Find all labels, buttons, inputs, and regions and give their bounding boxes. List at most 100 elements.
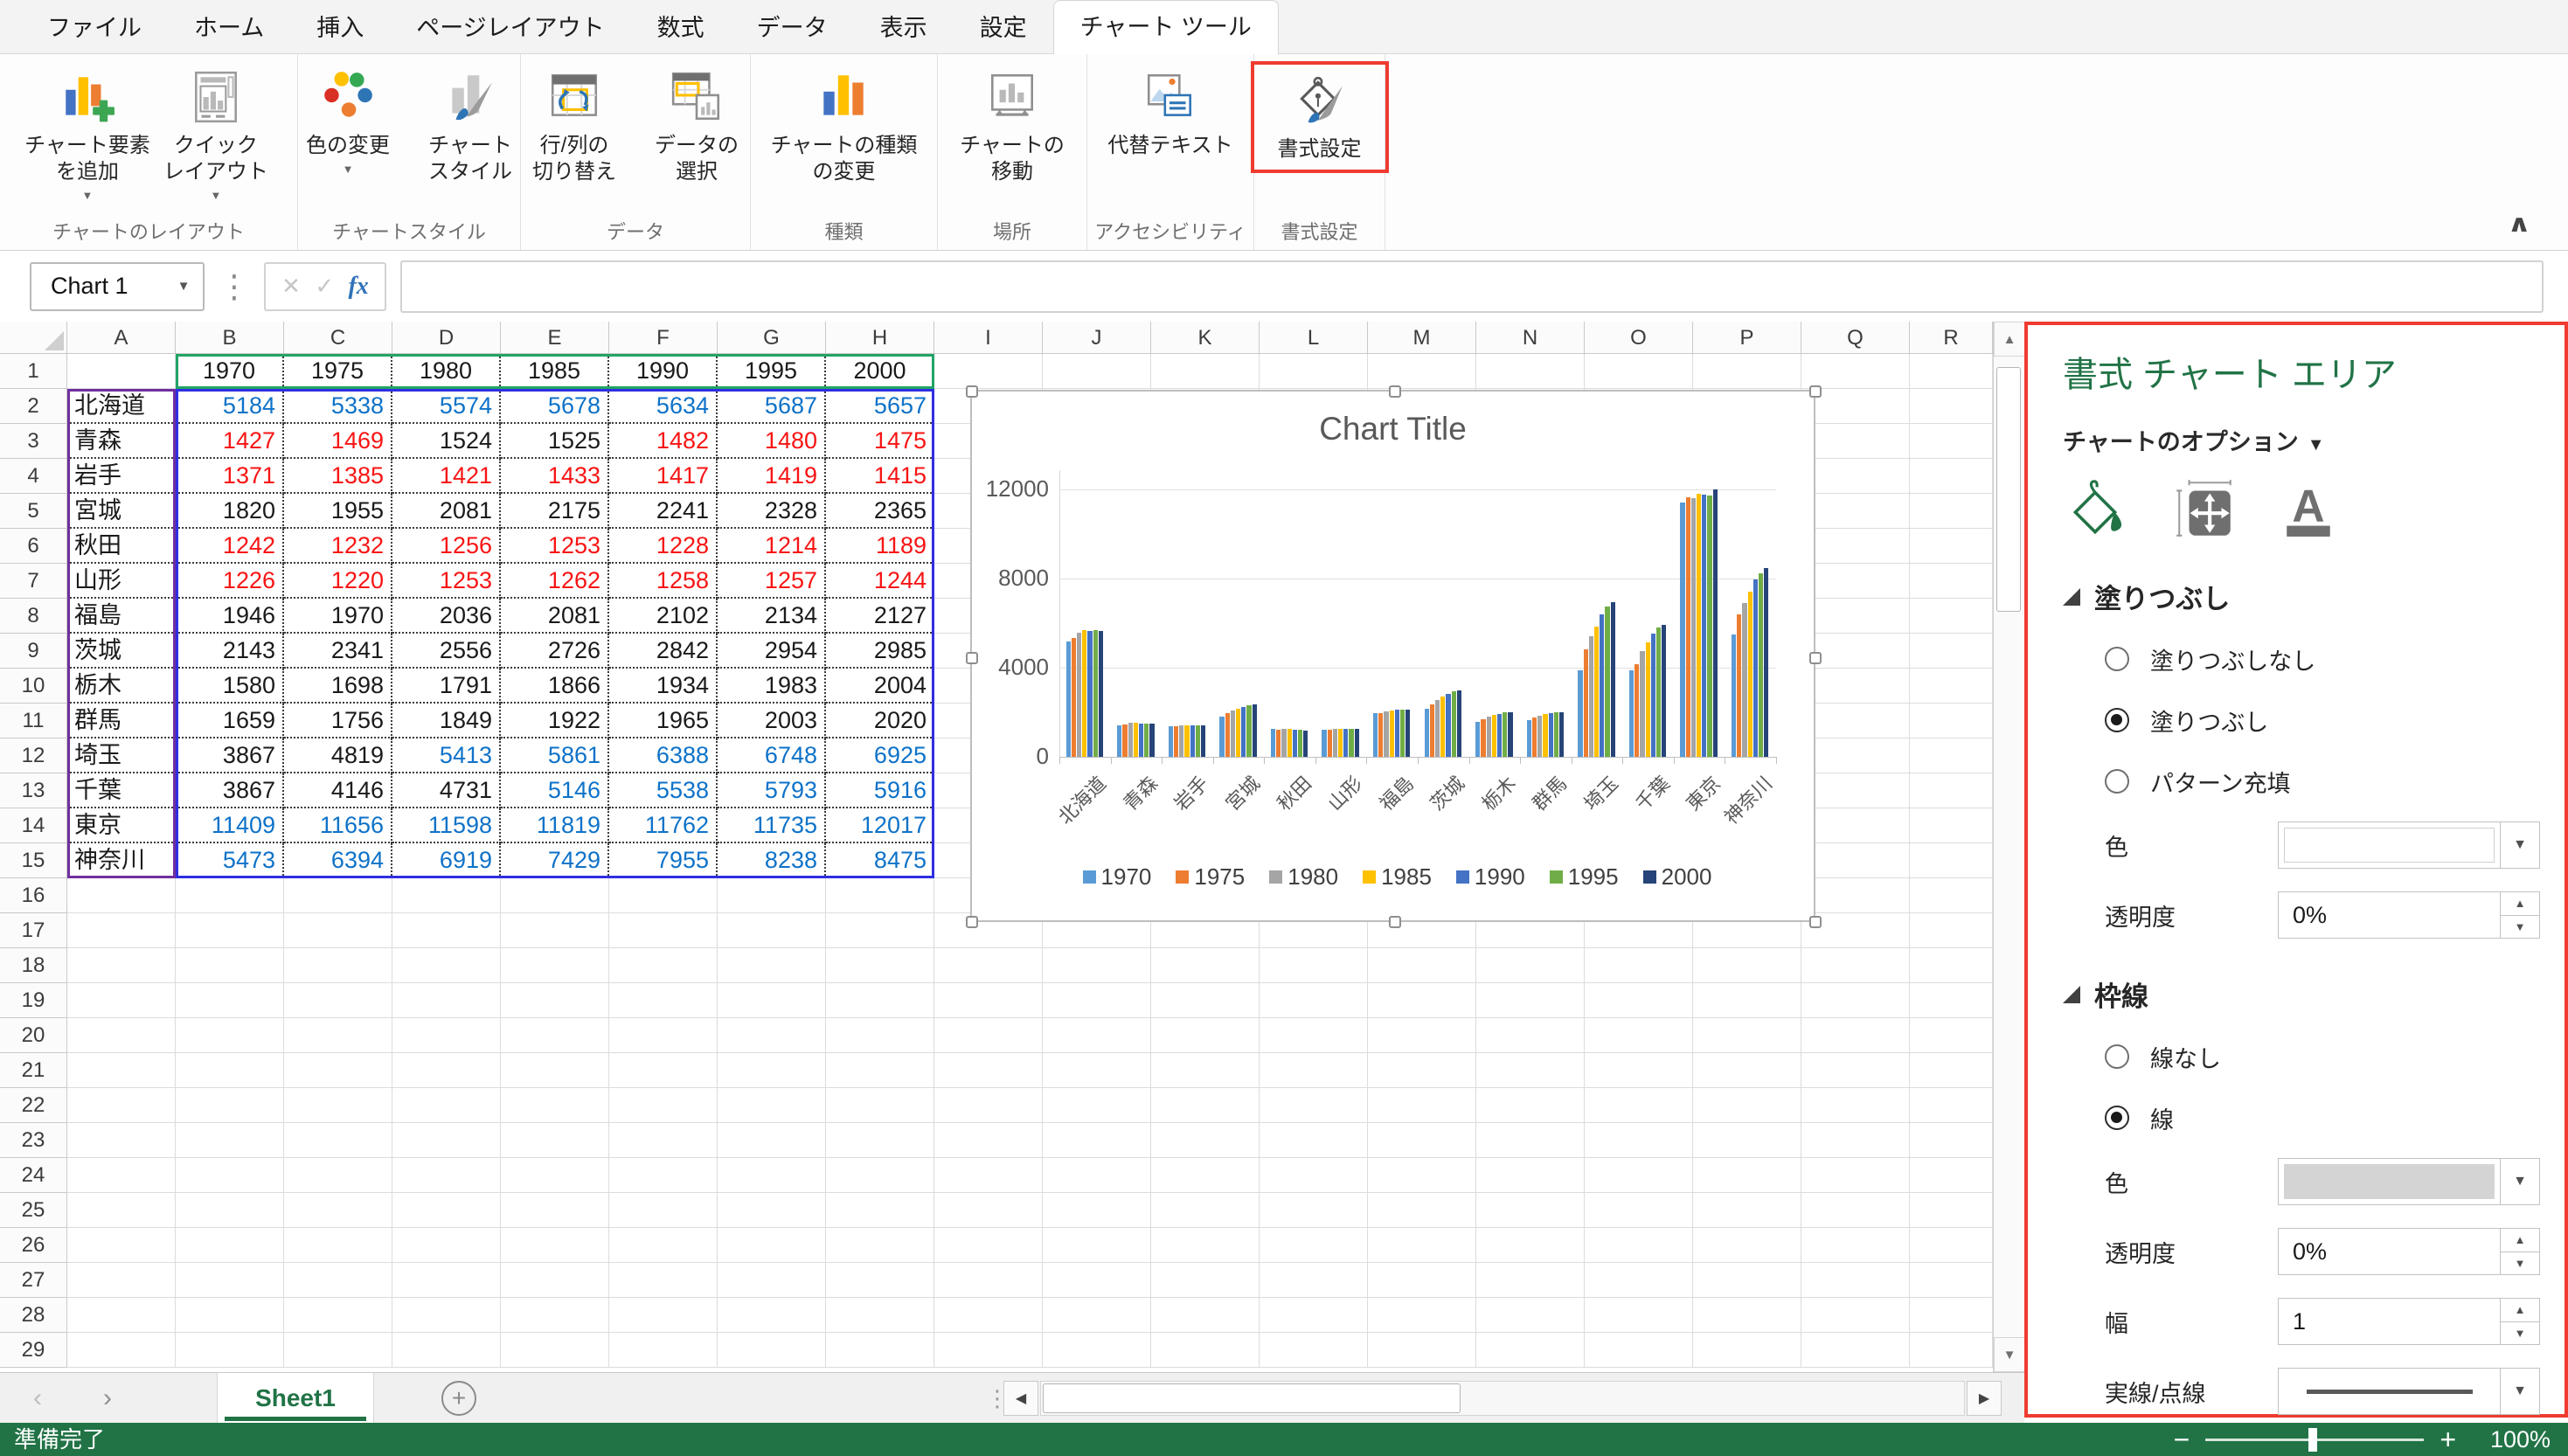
sheet-tab-sheet1[interactable]: Sheet1 <box>217 1373 374 1423</box>
cell-G11[interactable]: 2003 <box>718 704 826 738</box>
selection-handle[interactable] <box>1809 652 1822 664</box>
cell-D18[interactable] <box>392 948 501 983</box>
fill-color-picker[interactable]: ▼ <box>2278 822 2540 869</box>
cell-E4[interactable]: 1433 <box>501 459 609 494</box>
cell-Q28[interactable] <box>1801 1298 1910 1333</box>
spinner-down-icon[interactable]: ▼ <box>2501 1252 2539 1275</box>
cell-H17[interactable] <box>826 913 934 948</box>
cell-G19[interactable] <box>718 983 826 1018</box>
cell-M27[interactable] <box>1368 1263 1476 1298</box>
cell-M24[interactable] <box>1368 1158 1476 1193</box>
cell-D24[interactable] <box>392 1158 501 1193</box>
cell-L25[interactable] <box>1260 1193 1368 1228</box>
cell-L21[interactable] <box>1260 1053 1368 1088</box>
border-transparency-input[interactable]: 0% ▲▼ <box>2278 1228 2540 1275</box>
column-header-G[interactable]: G <box>718 322 826 354</box>
cell-A14[interactable]: 東京 <box>67 808 176 843</box>
row-header-15[interactable]: 15 <box>0 843 67 878</box>
cell-B15[interactable]: 5473 <box>176 843 284 878</box>
cell-B12[interactable]: 3867 <box>176 738 284 773</box>
ribbon-button-select-data[interactable]: データの選択 <box>640 66 753 185</box>
cell-R26[interactable] <box>1910 1228 1993 1263</box>
cell-R9[interactable] <box>1910 634 1993 669</box>
cell-O26[interactable] <box>1585 1228 1693 1263</box>
cell-A25[interactable] <box>67 1193 176 1228</box>
menu-tab-4[interactable]: ページレイアウト <box>390 3 630 53</box>
cell-L1[interactable] <box>1260 354 1368 389</box>
chart-title[interactable]: Chart Title <box>972 411 1814 447</box>
cell-O19[interactable] <box>1585 983 1693 1018</box>
cell-B27[interactable] <box>176 1263 284 1298</box>
column-header-N[interactable]: N <box>1476 322 1585 354</box>
cell-G9[interactable]: 2954 <box>718 634 826 669</box>
cell-F18[interactable] <box>609 948 718 983</box>
cell-F12[interactable]: 6388 <box>609 738 718 773</box>
cell-O20[interactable] <box>1585 1018 1693 1053</box>
zoom-slider[interactable] <box>2205 1439 2424 1441</box>
cell-P23[interactable] <box>1693 1123 1801 1158</box>
cell-E11[interactable]: 1922 <box>501 704 609 738</box>
cell-E19[interactable] <box>501 983 609 1018</box>
cell-D7[interactable]: 1253 <box>392 564 501 599</box>
row-header-6[interactable]: 6 <box>0 529 67 564</box>
cell-C14[interactable]: 11656 <box>284 808 392 843</box>
cell-K28[interactable] <box>1151 1298 1260 1333</box>
column-header-B[interactable]: B <box>176 322 284 354</box>
cell-R21[interactable] <box>1910 1053 1993 1088</box>
cell-B14[interactable]: 11409 <box>176 808 284 843</box>
cell-N24[interactable] <box>1476 1158 1585 1193</box>
cell-R7[interactable] <box>1910 564 1993 599</box>
cell-C25[interactable] <box>284 1193 392 1228</box>
cell-F21[interactable] <box>609 1053 718 1088</box>
ribbon-button-alt-text[interactable]: 代替テキスト <box>1107 66 1232 159</box>
row-header-24[interactable]: 24 <box>0 1158 67 1193</box>
cell-L27[interactable] <box>1260 1263 1368 1298</box>
legend-item-1985[interactable]: 1985 <box>1363 863 1432 891</box>
cell-J27[interactable] <box>1043 1263 1151 1298</box>
cell-H29[interactable] <box>826 1333 934 1368</box>
cell-C18[interactable] <box>284 948 392 983</box>
cell-Q19[interactable] <box>1801 983 1910 1018</box>
cell-D15[interactable]: 6919 <box>392 843 501 878</box>
cell-I28[interactable] <box>934 1298 1043 1333</box>
radio-線なし[interactable]: 線なし <box>2105 1038 2565 1075</box>
chevron-down-icon[interactable]: ▼ <box>2500 822 2539 868</box>
collapse-ribbon-icon[interactable]: ∧ <box>2507 210 2531 238</box>
cell-I18[interactable] <box>934 948 1043 983</box>
cell-D1[interactable]: 1980 <box>392 354 501 389</box>
selection-handle[interactable] <box>1809 385 1822 398</box>
legend-item-1975[interactable]: 1975 <box>1176 863 1245 891</box>
cell-R22[interactable] <box>1910 1088 1993 1123</box>
cell-C19[interactable] <box>284 983 392 1018</box>
chevron-down-icon[interactable]: ▼ <box>82 189 94 202</box>
cell-N29[interactable] <box>1476 1333 1585 1368</box>
cell-G3[interactable]: 1480 <box>718 424 826 459</box>
cell-D12[interactable]: 5413 <box>392 738 501 773</box>
cell-A18[interactable] <box>67 948 176 983</box>
cell-R19[interactable] <box>1910 983 1993 1018</box>
cell-H16[interactable] <box>826 878 934 913</box>
cell-F8[interactable]: 2102 <box>609 599 718 634</box>
cell-K21[interactable] <box>1151 1053 1260 1088</box>
cell-G5[interactable]: 2328 <box>718 494 826 529</box>
cell-H2[interactable]: 5657 <box>826 389 934 424</box>
cell-G17[interactable] <box>718 913 826 948</box>
cell-P18[interactable] <box>1693 948 1801 983</box>
cell-A3[interactable]: 青森 <box>67 424 176 459</box>
cell-H7[interactable]: 1244 <box>826 564 934 599</box>
cell-L20[interactable] <box>1260 1018 1368 1053</box>
cell-C16[interactable] <box>284 878 392 913</box>
cell-R10[interactable] <box>1910 669 1993 704</box>
ribbon-button-format-pane[interactable]: 書式設定 <box>1263 70 1377 163</box>
row-header-18[interactable]: 18 <box>0 948 67 983</box>
prev-sheet-icon[interactable]: ‹ <box>33 1373 42 1424</box>
cell-Q11[interactable] <box>1801 704 1910 738</box>
cell-F4[interactable]: 1417 <box>609 459 718 494</box>
cell-H9[interactable]: 2985 <box>826 634 934 669</box>
cell-L28[interactable] <box>1260 1298 1368 1333</box>
cell-E12[interactable]: 5861 <box>501 738 609 773</box>
cell-R6[interactable] <box>1910 529 1993 564</box>
cell-F9[interactable]: 2842 <box>609 634 718 669</box>
radio-線[interactable]: 線 <box>2105 1099 2565 1136</box>
cell-F16[interactable] <box>609 878 718 913</box>
